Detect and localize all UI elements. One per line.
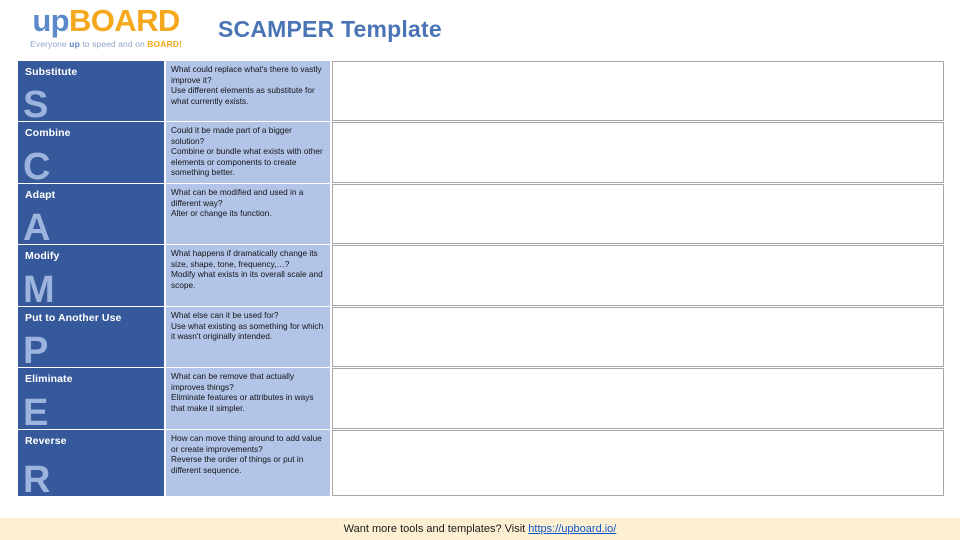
table-row: Substitute S What could replace what's t… <box>18 61 944 125</box>
scamper-letter-cell-reverse: Reverse R <box>18 430 164 500</box>
logo-wordmark: upBOARD <box>18 4 194 38</box>
scamper-letter-glyph: R <box>23 459 51 501</box>
table-row: Combine C Could it be made part of a big… <box>18 122 944 187</box>
scamper-word-label: Substitute <box>25 66 78 78</box>
slide-footer: Want more tools and templates? Visit htt… <box>0 518 960 540</box>
scamper-letter-cell-combine: Combine C <box>18 122 164 187</box>
scamper-action: Modify what exists in its overall scale … <box>171 269 323 290</box>
scamper-letter-glyph: A <box>23 207 51 249</box>
footer-prompt: Want more tools and templates? Visit <box>343 523 529 535</box>
scamper-question: What happens if dramatically change its … <box>171 248 318 269</box>
table-row: Modify M What happens if dramatically ch… <box>18 245 944 310</box>
scamper-letter-cell-put-to-another-use: Put to Another Use P <box>18 307 164 371</box>
scamper-question: What can be modified and used in a diffe… <box>171 187 304 208</box>
scamper-answer-cell-reverse[interactable] <box>332 430 944 496</box>
logo-board-text: BOARD <box>69 3 180 38</box>
scamper-word-label: Modify <box>25 250 60 262</box>
page-title: SCAMPER Template <box>218 16 442 42</box>
scamper-description-cell-reverse: How can move thing around to add value o… <box>166 430 330 496</box>
scamper-letter-cell-adapt: Adapt A <box>18 184 164 248</box>
scamper-answer-cell-substitute[interactable] <box>332 61 944 121</box>
scamper-letter-cell-substitute: Substitute S <box>18 61 164 125</box>
scamper-action: Alter or change its function. <box>171 208 272 219</box>
scamper-action: Eliminate features or attributes in ways… <box>171 392 314 413</box>
scamper-question: What can be remove that actually improve… <box>171 371 295 392</box>
scamper-description-cell-put-to-another-use: What else can it be used for? Use what e… <box>166 307 330 367</box>
scamper-letter-cell-modify: Modify M <box>18 245 164 310</box>
scamper-letter-glyph: S <box>23 84 49 126</box>
scamper-answer-cell-eliminate[interactable] <box>332 368 944 429</box>
scamper-letter-glyph: P <box>23 330 49 372</box>
table-row: Reverse R How can move thing around to a… <box>18 430 944 500</box>
scamper-answer-cell-modify[interactable] <box>332 245 944 306</box>
footer-text: Want more tools and templates? Visit htt… <box>344 523 617 535</box>
logo-tagline: Everyone up to speed and on BOARD! <box>18 39 194 50</box>
scamper-letter-glyph: C <box>23 146 51 188</box>
scamper-letter-glyph: E <box>23 392 49 434</box>
logo-tagline-up: up <box>69 39 80 49</box>
table-row: Adapt A What can be modified and used in… <box>18 184 944 248</box>
slide-header: upBOARD Everyone up to speed and on BOAR… <box>0 0 960 56</box>
scamper-action: Use different elements as substitute for… <box>171 85 315 106</box>
logo-tagline-board: BOARD! <box>147 39 182 49</box>
scamper-word-label: Put to Another Use <box>25 312 122 324</box>
upboard-logo: upBOARD Everyone up to speed and on BOAR… <box>18 4 194 50</box>
table-row: Put to Another Use P What else can it be… <box>18 307 944 371</box>
scamper-description-cell-modify: What happens if dramatically change its … <box>166 245 330 306</box>
slide-canvas: upBOARD Everyone up to speed and on BOAR… <box>0 0 960 540</box>
scamper-description-cell-eliminate: What can be remove that actually improve… <box>166 368 330 429</box>
scamper-word-label: Combine <box>25 127 71 139</box>
scamper-table: Substitute S What could replace what's t… <box>18 61 944 500</box>
scamper-action: Use what existing as something for which… <box>171 320 324 342</box>
logo-tagline-mid: to speed and on <box>79 39 148 49</box>
table-row: Eliminate E What can be remove that actu… <box>18 368 944 433</box>
scamper-question: What else can it be used for? <box>171 310 279 320</box>
scamper-question: What could replace what's there to vastl… <box>171 64 322 85</box>
upboard-link[interactable]: https://upboard.io/ <box>528 523 616 535</box>
scamper-action: Reverse the order of things or put in di… <box>171 454 304 475</box>
scamper-answer-cell-combine[interactable] <box>332 122 944 183</box>
scamper-word-label: Adapt <box>25 189 56 201</box>
scamper-description-cell-substitute: What could replace what's there to vastl… <box>166 61 330 121</box>
logo-tagline-pre: Everyone <box>30 39 70 49</box>
scamper-description-cell-combine: Could it be made part of a bigger soluti… <box>166 122 330 183</box>
scamper-question: How can move thing around to add value o… <box>171 433 322 454</box>
scamper-word-label: Eliminate <box>25 373 73 385</box>
scamper-letter-cell-eliminate: Eliminate E <box>18 368 164 433</box>
scamper-letter-glyph: M <box>23 269 55 311</box>
scamper-description-cell-adapt: What can be modified and used in a diffe… <box>166 184 330 244</box>
scamper-action: Combine or bundle what exists with other… <box>171 146 323 178</box>
scamper-question: Could it be made part of a bigger soluti… <box>171 125 292 146</box>
scamper-answer-cell-put-to-another-use[interactable] <box>332 307 944 367</box>
scamper-word-label: Reverse <box>25 435 67 447</box>
logo-up-text: up <box>32 3 69 38</box>
scamper-answer-cell-adapt[interactable] <box>332 184 944 244</box>
